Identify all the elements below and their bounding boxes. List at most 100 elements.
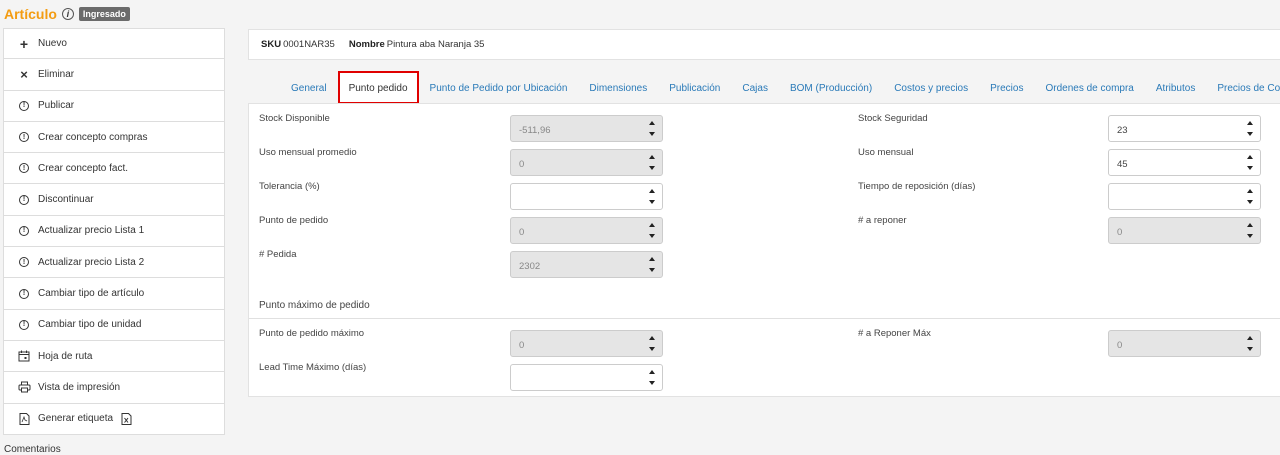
arrow-up-icon[interactable] <box>1247 189 1253 193</box>
uso-mensual-value: 45 <box>1117 159 1128 170</box>
close-icon: × <box>20 66 28 82</box>
tab-precios[interactable]: Precios <box>979 83 1034 103</box>
page-header: Artículo i Ingresado <box>4 5 130 23</box>
arrow-down-icon[interactable] <box>1247 200 1253 204</box>
alert-circle-icon: ! <box>17 225 31 236</box>
stock-disponible-label: Stock Disponible <box>259 113 330 124</box>
tab-precios-con[interactable]: Precios de Con <box>1206 83 1280 103</box>
arrow-down-icon[interactable] <box>1247 132 1253 136</box>
sidebar-item-label: Crear concepto compras <box>38 131 148 143</box>
section-divider <box>249 318 1280 319</box>
update-price-list-2-button[interactable]: ! Actualizar precio Lista 2 <box>3 247 225 279</box>
route-sheet-button[interactable]: Hoja de ruta <box>3 340 225 373</box>
tab-atributos[interactable]: Atributos <box>1145 83 1206 103</box>
alert-circle-icon: ! <box>17 163 31 174</box>
alert-circle-icon: ! <box>17 319 31 330</box>
alert-circle-icon: ! <box>17 257 31 268</box>
pedida-spinner <box>649 257 655 272</box>
tab-ordenes-compra[interactable]: Ordenes de compra <box>1034 83 1144 103</box>
tab-dimensiones[interactable]: Dimensiones <box>578 83 658 103</box>
discontinue-button[interactable]: ! Discontinuar <box>3 184 225 216</box>
name-label: Nombre <box>348 39 385 50</box>
arrow-down-icon <box>649 347 655 351</box>
punto-pedido-maximo-label: Punto de pedido máximo <box>259 328 365 339</box>
uso-mensual-label: Uso mensual <box>858 147 914 158</box>
arrow-up-icon[interactable] <box>649 370 655 374</box>
delete-button[interactable]: × Eliminar <box>3 59 225 91</box>
sidebar-item-label: Eliminar <box>38 68 75 80</box>
arrow-up-icon[interactable] <box>1247 121 1253 125</box>
uso-mensual-input[interactable]: 45 <box>1108 149 1261 176</box>
tolerancia-label: Tolerancia (%) <box>259 181 320 192</box>
tab-costos-precios[interactable]: Costos y precios <box>883 83 979 103</box>
sidebar-item-label: Discontinuar <box>38 194 94 206</box>
tab-publicacion[interactable]: Publicación <box>658 83 731 103</box>
section-max-title: Punto máximo de pedido <box>259 300 370 311</box>
uso-mensual-spinner[interactable] <box>1247 155 1253 170</box>
tolerancia-spinner[interactable] <box>649 189 655 204</box>
stock-disponible-value: -511,96 <box>519 125 551 136</box>
update-price-list-1-button[interactable]: ! Actualizar precio Lista 1 <box>3 215 225 248</box>
stock-seguridad-label: Stock Seguridad <box>858 113 928 124</box>
calendar-icon <box>17 350 31 362</box>
sku-bar: SKU 0001NAR35 Nombre Pintura aba Naranja… <box>248 29 1280 60</box>
tab-cajas[interactable]: Cajas <box>731 83 779 103</box>
punto-pedido-value: 0 <box>519 227 525 238</box>
tolerancia-input[interactable] <box>510 183 663 210</box>
tab-bar: General Punto pedido Punto de Pedido por… <box>248 70 1280 104</box>
sidebar-item-label: Hoja de ruta <box>38 350 93 362</box>
uso-mensual-promedio-input: 0 <box>510 149 663 176</box>
arrow-up-icon <box>1247 223 1253 227</box>
create-purchase-concept-button[interactable]: ! Crear concepto compras <box>3 121 225 154</box>
stock-disponible-input: -511,96 <box>510 115 663 142</box>
uso-mensual-promedio-value: 0 <box>519 159 525 170</box>
lead-time-maximo-label: Lead Time Máximo (días) <box>259 362 367 373</box>
tab-punto-pedido[interactable]: Punto pedido <box>337 71 419 104</box>
sidebar-item-label: Crear concepto fact. <box>38 162 129 174</box>
a-reponer-max-value: 0 <box>1117 340 1123 351</box>
arrow-down-icon[interactable] <box>1247 166 1253 170</box>
generate-label-button[interactable]: Generar etiqueta <box>3 403 225 435</box>
a-reponer-max-spinner <box>1247 336 1253 351</box>
stock-seguridad-spinner[interactable] <box>1247 121 1253 136</box>
new-button[interactable]: + Nuevo <box>3 28 225 60</box>
print-preview-button[interactable]: Vista de impresión <box>3 372 225 404</box>
tab-punto-pedido-ubicacion[interactable]: Punto de Pedido por Ubicación <box>419 83 579 103</box>
tab-general[interactable]: General <box>280 83 338 103</box>
arrow-down-icon <box>1247 234 1253 238</box>
uso-mensual-promedio-spinner <box>649 155 655 170</box>
sidebar-item-label: Generar etiqueta <box>38 413 114 425</box>
arrow-up-icon[interactable] <box>649 189 655 193</box>
lead-time-maximo-input[interactable] <box>510 364 663 391</box>
pedida-label: # Pedida <box>259 249 297 260</box>
arrow-down-icon[interactable] <box>649 200 655 204</box>
sidebar-item-label: Nuevo <box>38 38 67 50</box>
a-reponer-input: 0 <box>1108 217 1261 244</box>
pedida-input: 2302 <box>510 251 663 278</box>
alert-circle-icon: ! <box>17 100 31 111</box>
publish-button[interactable]: ! Publicar <box>3 90 225 122</box>
info-icon[interactable]: i <box>61 8 74 20</box>
tab-bom-produccion[interactable]: BOM (Producción) <box>779 83 883 103</box>
a-reponer-label: # a reponer <box>858 215 907 226</box>
sidebar-item-label: Vista de impresión <box>38 381 121 393</box>
punto-pedido-maximo-value: 0 <box>519 340 525 351</box>
a-reponer-value: 0 <box>1117 227 1123 238</box>
arrow-up-icon[interactable] <box>1247 155 1253 159</box>
tiempo-reposicion-spinner[interactable] <box>1247 189 1253 204</box>
excel-icon[interactable] <box>119 412 133 425</box>
change-unit-type-button[interactable]: ! Cambiar tipo de unidad <box>3 309 225 341</box>
change-item-type-button[interactable]: ! Cambiar tipo de artículo <box>3 278 225 310</box>
arrow-up-icon <box>649 121 655 125</box>
lead-time-maximo-spinner[interactable] <box>649 370 655 385</box>
actions-sidebar: + Nuevo × Eliminar ! Publicar ! Crear co… <box>3 28 225 435</box>
pdf-icon <box>17 412 31 425</box>
create-billing-concept-button[interactable]: ! Crear concepto fact. <box>3 153 225 185</box>
punto-pedido-maximo-input: 0 <box>510 330 663 357</box>
stock-seguridad-value: 23 <box>1117 125 1128 136</box>
tiempo-reposicion-input[interactable] <box>1108 183 1261 210</box>
comments-label: Comentarios <box>4 444 61 455</box>
arrow-down-icon[interactable] <box>649 381 655 385</box>
stock-seguridad-input[interactable]: 23 <box>1108 115 1261 142</box>
uso-mensual-promedio-label: Uso mensual promedio <box>259 147 357 158</box>
